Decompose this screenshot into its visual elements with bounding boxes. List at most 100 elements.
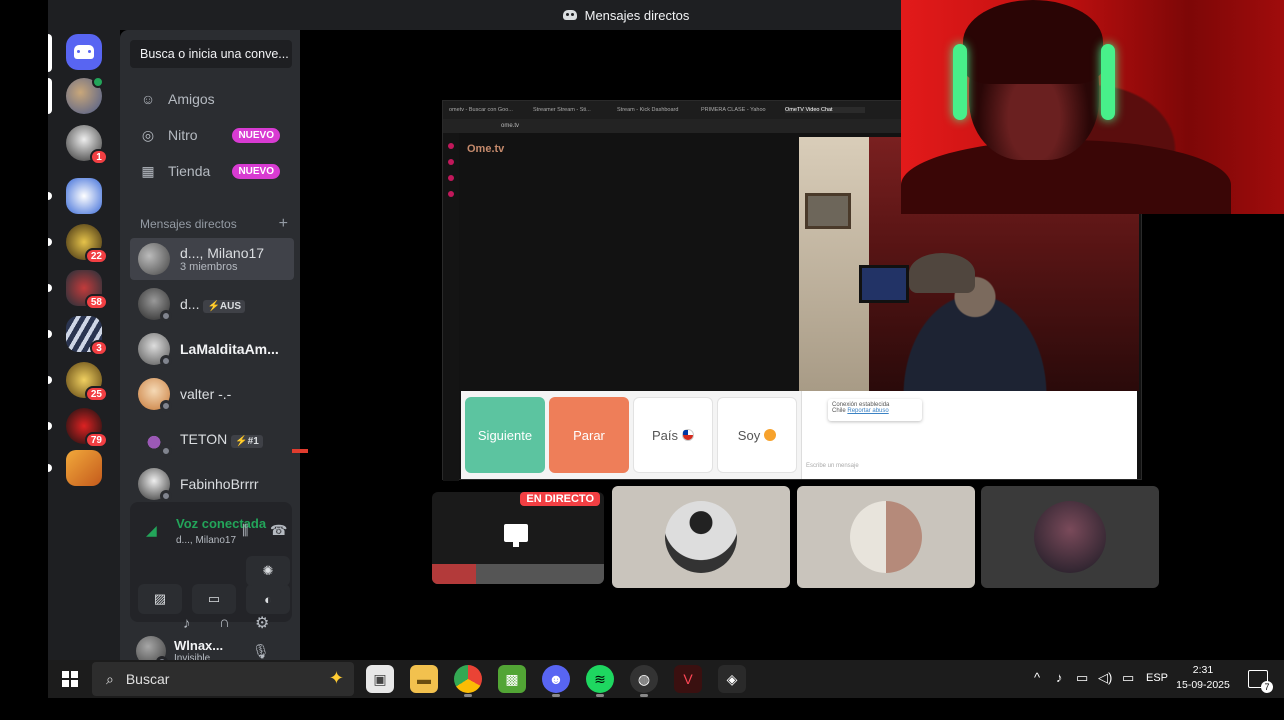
chrome-icon[interactable]	[454, 665, 482, 697]
clock[interactable]: 2:31 15-09-2025	[1168, 663, 1238, 693]
nitro-icon: ◎	[141, 126, 155, 143]
search-icon: ⌕	[106, 670, 114, 687]
valorant-icon[interactable]: V	[674, 665, 702, 693]
noise-suppression-icon[interactable]: ⫼	[242, 522, 248, 539]
dm-item[interactable]: d... ⚡AUS	[130, 283, 294, 325]
server-icon[interactable]	[66, 450, 102, 486]
gender-label: Soy	[737, 427, 761, 443]
server-icon[interactable]: 25	[66, 362, 108, 402]
participant-tile[interactable]	[612, 486, 790, 588]
participant-avatar	[1034, 501, 1106, 573]
notification-badge: 3	[90, 340, 108, 356]
ometv-controls: Siguiente Parar País Soy Conexión establ…	[461, 391, 1137, 479]
participant-tile[interactable]	[797, 486, 975, 588]
new-badge: NUEVO	[232, 127, 280, 143]
dm-name: TETON	[180, 430, 228, 447]
status-icon	[160, 310, 172, 322]
search-label: Buscar	[125, 671, 170, 687]
soundboard-button[interactable]: ✺	[246, 556, 290, 586]
dm-item[interactable]: TETON ⚡#1	[130, 418, 294, 460]
microphone-tray-icon[interactable]: ♪	[1056, 670, 1063, 685]
home-button[interactable]	[66, 34, 102, 70]
obs-icon[interactable]: ◍	[630, 665, 658, 697]
nav-friends[interactable]: ☺ Amigos	[130, 82, 292, 116]
dm-item[interactable]: valter -.-	[130, 373, 294, 415]
stop-label: Parar	[573, 427, 605, 443]
unread-dot	[48, 192, 52, 200]
dm-name: d...	[180, 295, 200, 312]
live-stream-tile[interactable]: EN DIRECTO	[432, 492, 604, 584]
dm-item[interactable]: d..., Milano17 3 miembros	[130, 238, 294, 280]
minecraft-icon[interactable]: ▩	[498, 665, 526, 693]
server-icon[interactable]	[66, 178, 102, 214]
avatar	[138, 378, 172, 412]
resize-handle[interactable]	[292, 449, 308, 453]
server-tag: ⚡#1	[231, 434, 263, 448]
notifications-icon[interactable]: 7	[1248, 670, 1273, 693]
person-image	[875, 255, 1075, 391]
voice-channel[interactable]: d..., Milano17	[176, 535, 236, 546]
dm-subtitle: 3 miembros	[180, 261, 238, 273]
server-icon[interactable]: 58	[66, 270, 108, 310]
dm-name: LaMalditaAm...	[180, 341, 279, 357]
participant-tile[interactable]	[981, 486, 1159, 588]
nav-shop[interactable]: ▦ Tienda NUEVO	[130, 154, 292, 188]
picture-frame	[805, 193, 851, 229]
dm-section-header: Mensajes directos +	[140, 215, 288, 233]
microphone-icon[interactable]: ♪	[183, 615, 191, 632]
screen-share-icon: ▭	[207, 591, 221, 606]
signal-icon: ◢	[146, 522, 157, 538]
camera-off-button[interactable]: ▨	[138, 584, 182, 614]
network-icon[interactable]: ▭	[1122, 670, 1134, 686]
dm-name: FabinhoBrrrr	[180, 476, 259, 492]
store-icon[interactable]: ▣	[366, 665, 394, 693]
server-icon[interactable]: 79	[66, 408, 108, 448]
activity-button[interactable]: ◐	[246, 584, 290, 614]
headphone-image	[1101, 44, 1115, 120]
app-icon[interactable]: ◈	[718, 665, 746, 693]
language-indicator[interactable]: ESP	[1146, 672, 1168, 684]
settings-gear-icon[interactable]: ⚙	[255, 613, 269, 633]
server-icon[interactable]: 3	[66, 316, 108, 356]
stop-button: Parar	[549, 397, 629, 473]
camera-off-icon: ▨	[153, 591, 167, 606]
online-icon	[92, 76, 104, 88]
volume-icon[interactable]: ◁)	[1098, 670, 1112, 686]
server-icon[interactable]: 1	[66, 125, 108, 165]
dm-item[interactable]: FabinhoBrrrr	[130, 463, 294, 505]
file-explorer-icon[interactable]: ▬	[410, 665, 438, 693]
search-input[interactable]: Busca o inicia una conve...	[130, 40, 292, 68]
friends-icon: ☺	[140, 91, 156, 107]
nav-nitro[interactable]: ◎ Nitro NUEVO	[130, 118, 292, 152]
avatar	[138, 468, 172, 502]
country-button: País	[633, 397, 713, 473]
next-label: Siguiente	[477, 427, 533, 443]
new-badge: NUEVO	[232, 163, 280, 179]
disconnect-icon[interactable]: ☎	[270, 522, 287, 539]
headphones-icon[interactable]: ∩	[219, 614, 230, 631]
server-icon[interactable]	[66, 76, 104, 114]
chevron-up-icon[interactable]: ^	[1034, 670, 1040, 685]
display-tray-icon[interactable]: ▭	[1076, 670, 1088, 686]
dm-sidebar: Busca o inicia una conve... ☺ Amigos ◎ N…	[120, 30, 300, 668]
taskbar-search[interactable]: ⌕ Buscar ✦	[92, 662, 354, 696]
live-badge: EN DIRECTO	[520, 492, 600, 506]
notification-badge: 79	[84, 432, 108, 448]
nav-label: Nitro	[168, 127, 198, 143]
spotify-icon[interactable]: ≋	[586, 665, 614, 697]
copilot-sparkle-icon: ✦	[328, 668, 344, 688]
dm-item[interactable]: LaMalditaAm...	[130, 328, 294, 370]
mic-icon[interactable]: 🎙	[252, 643, 270, 660]
nav-label: Amigos	[168, 91, 215, 107]
discord-taskbar-icon[interactable]: ☻	[542, 665, 570, 697]
chat-input: Escribe un mensaje	[806, 463, 859, 469]
screen-share-button[interactable]: ▭	[192, 584, 236, 614]
notification-badge: 1	[90, 149, 108, 165]
clock-date: 15-09-2025	[1176, 679, 1230, 691]
notification-count: 7	[1261, 681, 1273, 693]
soundboard-icon: ✺	[262, 563, 274, 578]
windows-start-icon[interactable]	[62, 671, 78, 687]
create-dm-icon[interactable]: +	[279, 215, 288, 233]
server-icon[interactable]: 22	[66, 224, 108, 264]
cap-image	[909, 253, 975, 293]
